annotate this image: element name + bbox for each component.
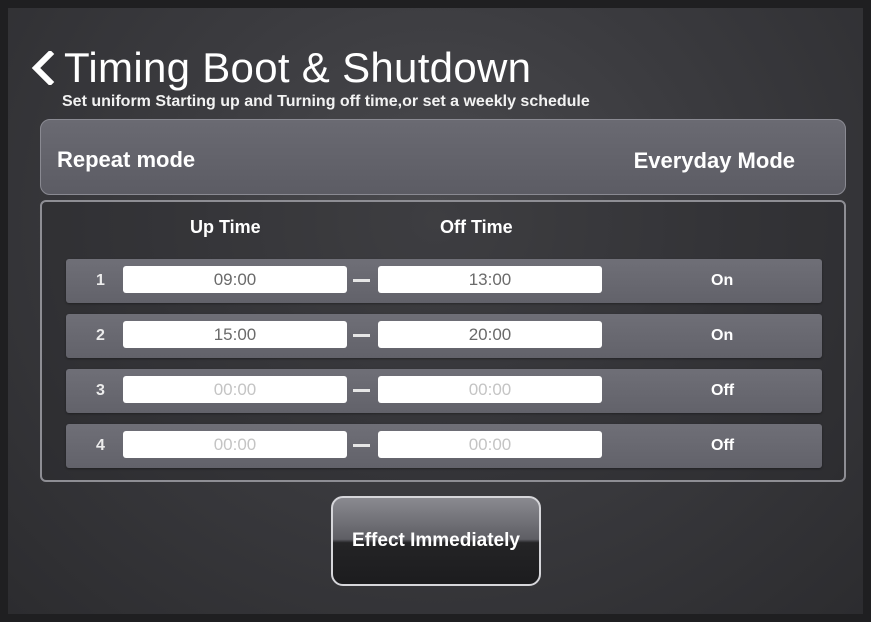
row-number: 1 [96,272,105,289]
row-number: 2 [96,327,105,344]
off-time-header: Off Time [440,217,513,237]
repeat-mode-value: Everyday Mode [633,148,795,173]
up-time-input[interactable] [123,431,347,458]
page-title: Timing Boot & Shutdown [64,44,532,91]
up-time-input[interactable] [123,321,347,348]
off-time-input[interactable] [378,376,602,403]
off-time-input[interactable] [378,266,602,293]
range-dash [353,444,370,447]
range-dash [353,334,370,337]
settings-screen: Timing Boot & Shutdown Set uniform Start… [8,8,863,614]
schedule-table: Up Time Off Time 1 On 2 On 3 Off 4 [40,200,846,482]
schedule-row: 2 On [66,314,822,358]
repeat-mode-selector[interactable]: Repeat mode Everyday Mode [40,119,846,195]
up-time-input[interactable] [123,376,347,403]
row-number: 3 [96,382,105,399]
row-status-toggle[interactable]: Off [711,382,734,400]
range-dash [353,279,370,282]
off-time-input[interactable] [378,431,602,458]
page-subtitle: Set uniform Starting up and Turning off … [62,93,590,110]
header: Timing Boot & Shutdown [24,44,531,92]
range-dash [353,389,370,392]
schedule-row: 3 Off [66,369,822,413]
row-status-toggle[interactable]: On [711,272,733,290]
up-time-input[interactable] [123,266,347,293]
schedule-row: 4 Off [66,424,822,468]
up-time-header: Up Time [190,217,261,237]
effect-immediately-button[interactable]: Effect Immediately [331,496,541,586]
chevron-left-icon[interactable] [24,46,62,90]
row-number: 4 [96,437,105,454]
off-time-input[interactable] [378,321,602,348]
repeat-mode-label: Repeat mode [57,147,196,172]
row-status-toggle[interactable]: Off [711,437,734,455]
row-status-toggle[interactable]: On [711,327,733,345]
schedule-row: 1 On [66,259,822,303]
